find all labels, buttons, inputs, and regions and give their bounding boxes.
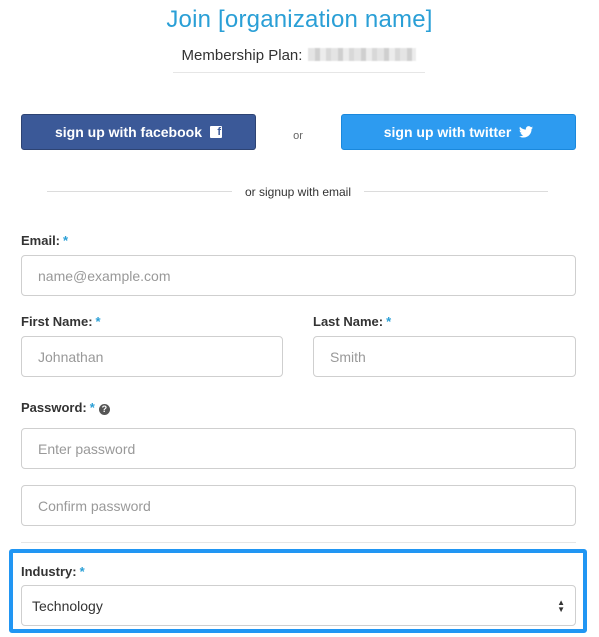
membership-plan-label: Membership Plan: [181,47,303,64]
first-name-field[interactable]: Johnathan [21,336,283,377]
last-name-field[interactable]: Smith [313,336,576,377]
divider-line-left [47,191,232,192]
facebook-signup-button[interactable]: sign up with facebook f [21,114,256,150]
email-signup-divider-label: or signup with email [244,185,352,199]
membership-plan-value-redacted [308,48,417,61]
plan-divider [173,72,425,73]
industry-label-text: Industry: [21,564,77,579]
last-name-label: Last Name: * [313,314,391,329]
industry-label: Industry: * [21,564,85,579]
twitter-signup-label: sign up with twitter [383,124,512,140]
email-label: Email: * [21,233,68,248]
required-mark: * [95,314,101,329]
twitter-icon [519,126,534,138]
or-separator: or [293,130,303,142]
divider-line-right [364,191,548,192]
twitter-signup-button[interactable]: sign up with twitter [341,114,576,150]
last-name-label-text: Last Name: [313,314,384,329]
password-label-text: Password: [21,400,87,415]
required-mark: * [89,400,95,415]
password-label: Password: *? [21,400,110,415]
membership-plan: Membership Plan: [173,47,425,64]
first-name-label-text: First Name: [21,314,93,329]
section-divider [21,542,576,543]
industry-select[interactable]: Technology ▲ ▼ [21,585,576,626]
help-icon[interactable]: ? [98,404,110,415]
confirm-password-field[interactable]: Confirm password [21,485,576,526]
industry-select-value: Technology [32,597,103,614]
page-title: Join [organization name] [166,6,433,33]
required-mark: * [79,564,85,579]
select-arrows-icon: ▲ ▼ [557,597,565,614]
first-name-label: First Name: * [21,314,101,329]
password-field[interactable]: Enter password [21,428,576,469]
email-field[interactable]: name@example.com [21,255,576,296]
required-mark: * [386,314,392,329]
facebook-signup-label: sign up with facebook [54,124,202,140]
email-label-text: Email: [21,233,61,248]
facebook-icon: f [210,126,222,138]
required-mark: * [63,233,69,248]
